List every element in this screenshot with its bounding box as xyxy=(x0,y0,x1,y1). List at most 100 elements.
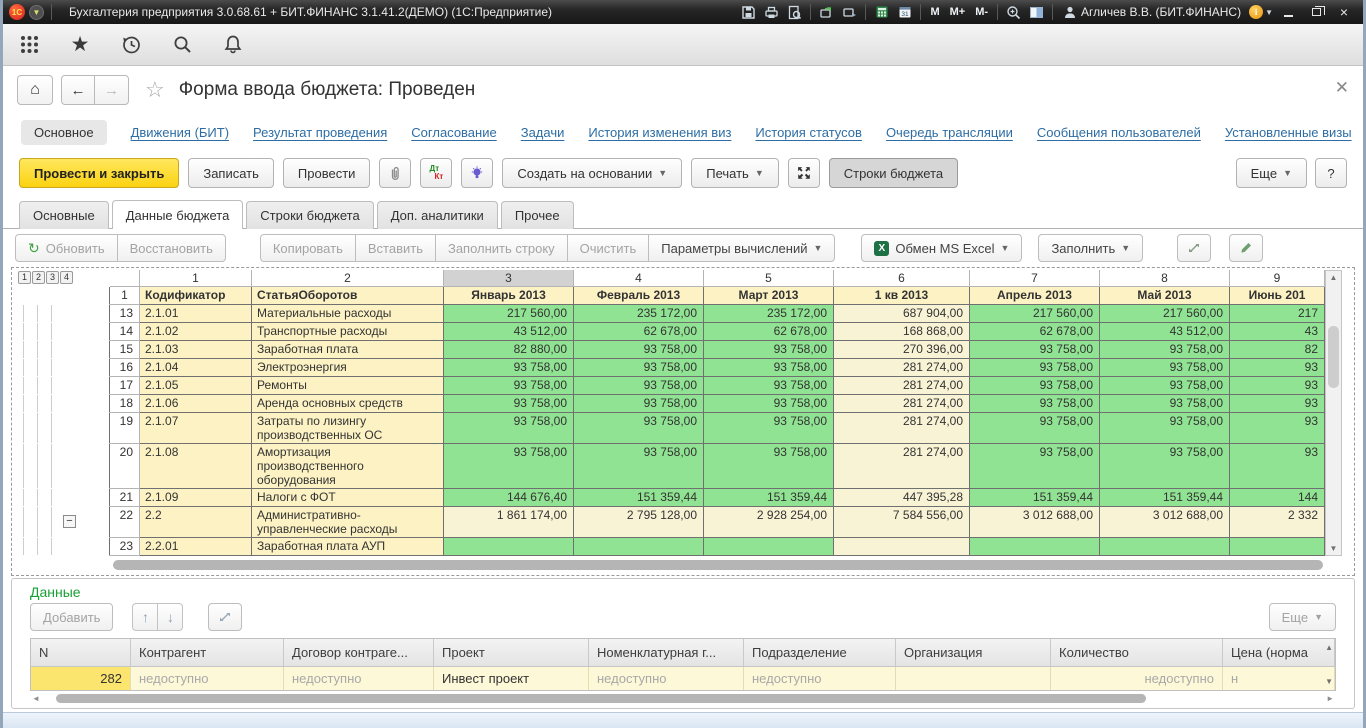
print-preview-icon[interactable] xyxy=(784,2,805,22)
nav-link-7[interactable]: Сообщения пользователей xyxy=(1037,125,1201,140)
data-scroll-right-icon[interactable]: ► xyxy=(1326,694,1334,703)
cell-value[interactable]: 3 012 688,00 xyxy=(970,507,1100,538)
group-level-button-4[interactable]: 4 xyxy=(60,271,73,284)
cell-value[interactable]: 93 xyxy=(1230,444,1325,489)
dt-kt-postings-button[interactable]: ДтКт xyxy=(420,158,452,188)
history-icon[interactable] xyxy=(119,33,143,57)
calculator-icon[interactable] xyxy=(871,2,892,22)
cell-code[interactable]: 2.1.05 xyxy=(140,377,252,395)
memory-m-minus-button[interactable]: M- xyxy=(971,6,992,18)
collapse-all-button[interactable] xyxy=(788,158,820,188)
cell-value[interactable]: 93 758,00 xyxy=(704,395,834,413)
cell-code[interactable]: 2.1.04 xyxy=(140,359,252,377)
cell-code[interactable]: 2.1.02 xyxy=(140,323,252,341)
save-button[interactable]: Записать xyxy=(188,158,274,188)
data-column-header-7[interactable]: Количество xyxy=(1051,639,1223,666)
data-hscrollbar-thumb[interactable] xyxy=(56,694,1146,703)
cell-code[interactable]: 2.1.06 xyxy=(140,395,252,413)
cell-value[interactable]: 93 758,00 xyxy=(574,413,704,444)
data-column-header-2[interactable]: Договор контраге... xyxy=(284,639,434,666)
cell-value[interactable]: 281 274,00 xyxy=(834,395,970,413)
cell-value[interactable]: 93 758,00 xyxy=(970,395,1100,413)
explain-button[interactable] xyxy=(461,158,493,188)
column-header-item[interactable]: СтатьяОборотов xyxy=(252,287,444,305)
tab-4[interactable]: Прочее xyxy=(501,201,574,229)
cell-code[interactable]: 2.2 xyxy=(140,507,252,538)
nav-link-2[interactable]: Согласование xyxy=(411,125,496,140)
data-column-header-3[interactable]: Проект xyxy=(434,639,589,666)
back-button[interactable]: ← xyxy=(61,75,95,105)
cell-value[interactable] xyxy=(1230,538,1325,556)
data-column-header-5[interactable]: Подразделение xyxy=(744,639,896,666)
fill-row-button[interactable]: Заполнить строку xyxy=(435,234,568,262)
scroll-up-icon[interactable]: ▲ xyxy=(1330,271,1338,284)
cell-value[interactable]: 93 758,00 xyxy=(704,341,834,359)
column-number-9[interactable]: 9 xyxy=(1230,270,1325,287)
post-and-close-button[interactable]: Провести и закрыть xyxy=(19,158,179,188)
restore-button[interactable] xyxy=(1303,2,1329,22)
calendar-icon[interactable]: 31 xyxy=(894,2,915,22)
nav-link-1[interactable]: Результат проведения xyxy=(253,125,387,140)
cell-code[interactable]: 2.1.03 xyxy=(140,341,252,359)
column-header-period-2[interactable]: Март 2013 xyxy=(704,287,834,305)
data-column-header-0[interactable]: N xyxy=(31,639,131,666)
cell-value[interactable]: 93 758,00 xyxy=(574,444,704,489)
go-link-icon[interactable] xyxy=(839,2,860,22)
column-number-1[interactable]: 1 xyxy=(140,270,252,287)
cell-value[interactable]: 93 758,00 xyxy=(444,359,574,377)
print-icon[interactable] xyxy=(761,2,782,22)
column-header-period-0[interactable]: Январь 2013 xyxy=(444,287,574,305)
cell-value[interactable]: 93 758,00 xyxy=(1100,359,1230,377)
row-number[interactable]: 17 xyxy=(110,377,140,395)
memory-m-plus-button[interactable]: M+ xyxy=(946,6,970,18)
cell-value[interactable]: 93 758,00 xyxy=(1100,341,1230,359)
data-cell-3[interactable]: Инвест проект xyxy=(434,667,589,690)
notifications-bell-icon[interactable] xyxy=(221,33,245,57)
cell-item-name[interactable]: Заработная плата АУП xyxy=(252,538,444,556)
cell-value[interactable]: 43 512,00 xyxy=(1100,323,1230,341)
cell-value[interactable]: 93 xyxy=(1230,377,1325,395)
cell-value[interactable]: 270 396,00 xyxy=(834,341,970,359)
grid-horizontal-scrollbar[interactable] xyxy=(21,559,1345,571)
info-button[interactable]: i▼ xyxy=(1249,2,1273,22)
column-number-3[interactable]: 3 xyxy=(444,270,574,287)
nav-link-8[interactable]: Установленные визы xyxy=(1225,125,1352,140)
help-button[interactable]: ? xyxy=(1315,158,1347,188)
cell-code[interactable]: 2.1.08 xyxy=(140,444,252,489)
cell-value[interactable]: 62 678,00 xyxy=(970,323,1100,341)
data-scroll-down-icon[interactable]: ▼ xyxy=(1325,677,1333,686)
create-based-on-button[interactable]: Создать на основании▼ xyxy=(502,158,682,188)
data-cell-8[interactable]: н xyxy=(1223,667,1335,690)
row-number[interactable]: 23 xyxy=(110,538,140,556)
cell-value[interactable]: 93 758,00 xyxy=(704,377,834,395)
data-cell-5[interactable]: недоступно xyxy=(744,667,896,690)
cell-value[interactable]: 687 904,00 xyxy=(834,305,970,323)
group-level-button-3[interactable]: 3 xyxy=(46,271,59,284)
column-header-period-4[interactable]: Апрель 2013 xyxy=(970,287,1100,305)
data-column-header-1[interactable]: Контрагент xyxy=(131,639,284,666)
zoom-icon[interactable] xyxy=(1003,2,1024,22)
column-header-code[interactable]: Кодификатор xyxy=(140,287,252,305)
nav-link-4[interactable]: История изменения виз xyxy=(588,125,731,140)
cell-code[interactable]: 2.1.07 xyxy=(140,413,252,444)
add-row-button[interactable]: Добавить xyxy=(30,603,113,631)
tab-3[interactable]: Доп. аналитики xyxy=(377,201,498,229)
restore-button[interactable]: Восстановить xyxy=(117,234,226,262)
row-number[interactable]: 15 xyxy=(110,341,140,359)
grid-vscrollbar-thumb[interactable] xyxy=(1328,326,1339,388)
cell-value[interactable]: 235 172,00 xyxy=(704,305,834,323)
column-number-2[interactable]: 2 xyxy=(252,270,444,287)
paste-button[interactable]: Вставить xyxy=(355,234,436,262)
system-menu-button[interactable]: ▼ xyxy=(29,5,44,20)
cell-value[interactable]: 151 359,44 xyxy=(704,489,834,507)
cell-value[interactable]: 93 758,00 xyxy=(970,444,1100,489)
stretch-data-table-button[interactable] xyxy=(208,603,242,631)
table-row[interactable]: 282недоступнонедоступноИнвест проектнедо… xyxy=(31,667,1335,690)
home-button[interactable]: ⌂ xyxy=(17,75,53,105)
cell-value[interactable]: 281 274,00 xyxy=(834,413,970,444)
tab-1[interactable]: Данные бюджета xyxy=(112,200,244,229)
fill-button[interactable]: Заполнить▼ xyxy=(1038,234,1143,262)
budget-lines-button[interactable]: Строки бюджета xyxy=(829,158,958,188)
cell-value[interactable]: 93 758,00 xyxy=(704,444,834,489)
split-window-icon[interactable] xyxy=(1026,2,1047,22)
